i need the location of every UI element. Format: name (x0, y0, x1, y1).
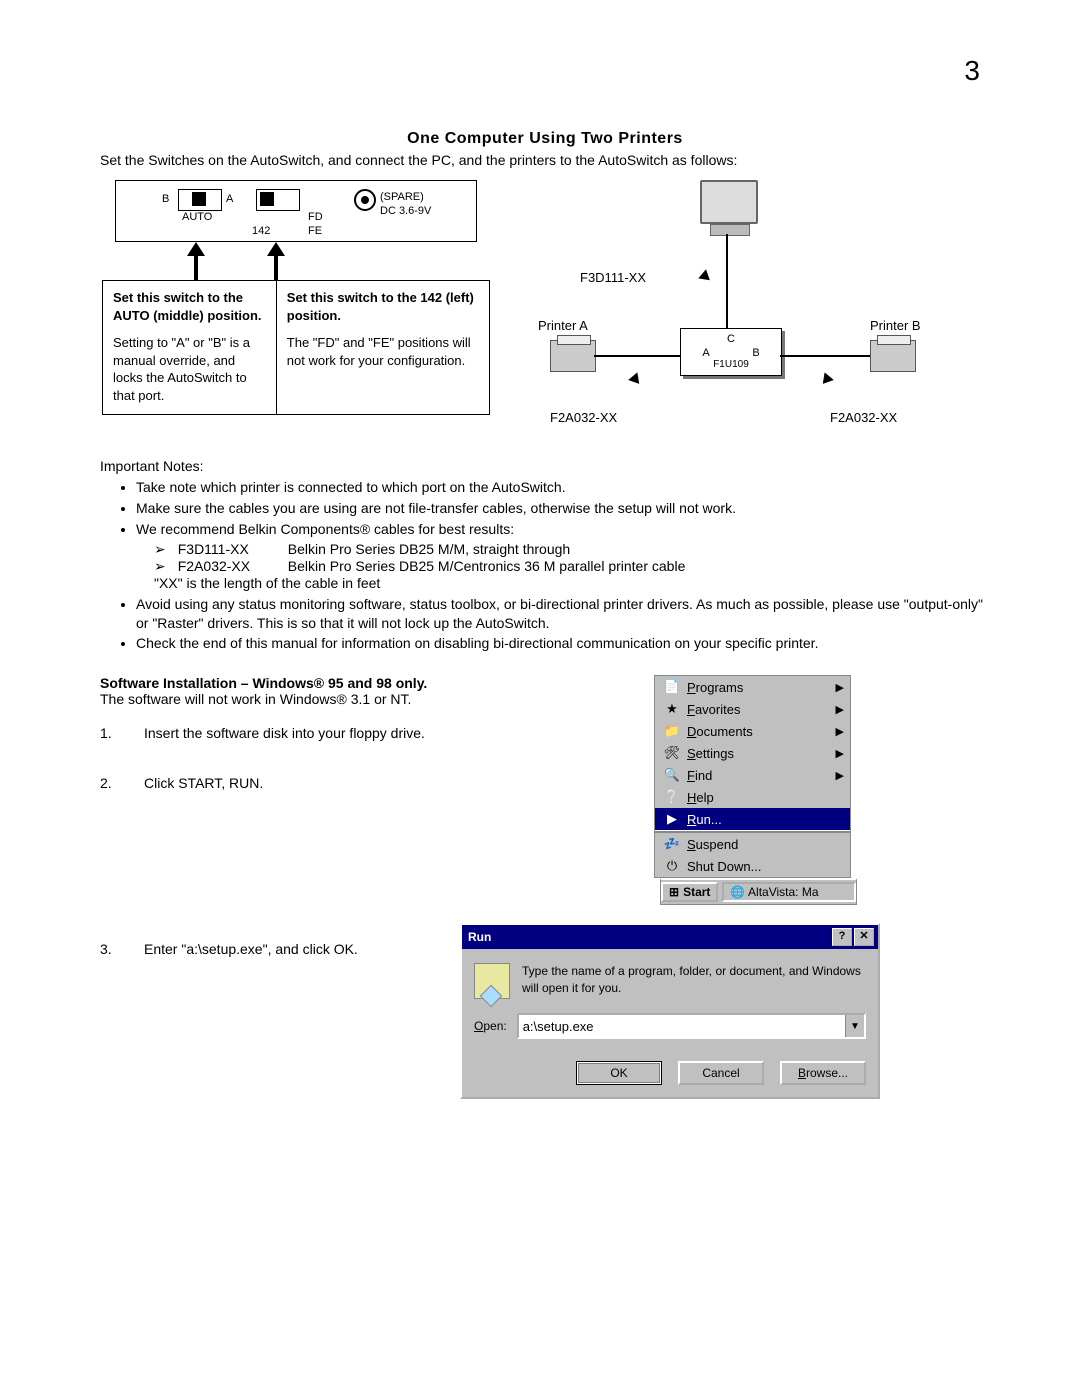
run-dialog: Run ? ✕ Type the name of a program, fold… (460, 923, 880, 1099)
software-heading: Software Installation – Windows® 95 and … (100, 675, 660, 691)
printer-icon (870, 340, 916, 372)
ie-icon: 🌐 (730, 885, 745, 899)
label-142: 142 (252, 225, 270, 237)
menu-item-shutdown[interactable]: ⏻Shut Down... (655, 855, 850, 877)
mode-slider (256, 189, 300, 211)
switch-diagram: B A AUTO FD 142 FE (SPARE) DC 3.6-9V Set… (100, 180, 490, 415)
run-dialog-icon (474, 963, 510, 999)
menu-item-help[interactable]: ❔Help (655, 786, 850, 808)
section-title: One Computer Using Two Printers (100, 130, 990, 148)
menu-item-programs[interactable]: 📄Programs▶ (655, 676, 850, 698)
taskbar: ⊞Start 🌐 AltaVista: Ma (660, 878, 857, 905)
open-input[interactable] (519, 1015, 845, 1037)
label-fe: FE (308, 225, 322, 237)
menu-item-find[interactable]: 🔍Find▶ (655, 764, 850, 786)
autoswitch-hub: C AB F1U109 (680, 328, 782, 376)
close-button[interactable]: ✕ (854, 928, 874, 946)
page-number: 3 (964, 55, 980, 87)
chevron-right-icon: ▶ (836, 747, 844, 760)
documents-icon: 📁 (663, 723, 681, 739)
help-button[interactable]: ? (832, 928, 852, 946)
note-item: Take note which printer is connected to … (136, 478, 990, 497)
open-combobox[interactable]: ▼ (517, 1013, 866, 1039)
settings-icon: 🛠 (663, 745, 681, 761)
cable-rec: ➢F2A032-XXBelkin Pro Series DB25 M/Centr… (154, 558, 990, 575)
cable-rec: ➢F3D111-XXBelkin Pro Series DB25 M/M, st… (154, 541, 990, 558)
note-item: We recommend Belkin Components® cables f… (136, 520, 990, 539)
step-2: 2.Click START, RUN. (100, 775, 660, 791)
suspend-icon: 💤 (663, 836, 681, 852)
menu-item-run[interactable]: ▶Run... (655, 808, 850, 830)
menu-item-documents[interactable]: 📁Documents▶ (655, 720, 850, 742)
chevron-right-icon: ▶ (836, 703, 844, 716)
set-switch-142: Set this switch to the (287, 290, 421, 305)
cancel-button[interactable]: Cancel (678, 1061, 764, 1085)
notes-heading: Important Notes: (100, 458, 990, 474)
start-button[interactable]: ⊞Start (661, 882, 718, 902)
start-menu: 📄Programs▶ ★Favorites▶ 📁Documents▶ 🛠Sett… (654, 675, 851, 878)
printer-a-label: Printer A (538, 318, 588, 333)
label-a: A (226, 193, 233, 205)
printer-icon (550, 340, 596, 372)
step-3: 3.Enter "a:\setup.exe", and click OK. (100, 941, 460, 957)
cable-label-top: F3D111-XX (580, 270, 646, 285)
run-icon: ▶ (663, 811, 681, 827)
chevron-right-icon: ▶ (836, 681, 844, 694)
label-b: B (162, 193, 169, 205)
cable-footer: "XX" is the length of the cable in feet (154, 575, 990, 591)
menu-item-settings[interactable]: 🛠Settings▶ (655, 742, 850, 764)
label-auto: AUTO (182, 211, 212, 223)
switch-note-left: Set this switch to the AUTO (middle) pos… (102, 280, 277, 415)
label-fd: FD (308, 211, 323, 223)
printer-b-label: Printer B (870, 318, 921, 333)
browse-button[interactable]: Browse... (780, 1061, 866, 1085)
dialog-title: Run (468, 930, 491, 944)
arrow-icon (267, 242, 285, 280)
chevron-right-icon: ▶ (836, 769, 844, 782)
intro-text: Set the Switches on the AutoSwitch, and … (100, 152, 990, 168)
arrow-icon (187, 242, 205, 280)
label-dc: DC 3.6-9V (380, 205, 431, 217)
open-label: Open: (474, 1019, 507, 1033)
shutdown-icon: ⏻ (663, 858, 681, 874)
computer-icon (700, 180, 758, 224)
menu-item-favorites[interactable]: ★Favorites▶ (655, 698, 850, 720)
cable-label-bl: F2A032-XX (550, 410, 617, 425)
dialog-message: Type the name of a program, folder, or d… (522, 963, 866, 999)
power-jack-icon (354, 189, 376, 211)
menu-item-suspend[interactable]: 💤Suspend (655, 833, 850, 855)
dropdown-button[interactable]: ▼ (845, 1015, 864, 1037)
label-spare: (SPARE) (380, 191, 424, 203)
programs-icon: 📄 (663, 679, 681, 695)
cable-label-br: F2A032-XX (830, 410, 897, 425)
favorites-icon: ★ (663, 701, 681, 717)
chevron-right-icon: ▶ (836, 725, 844, 738)
switch-note-right: Set this switch to the 142 (left) positi… (277, 280, 490, 415)
note-item: Check the end of this manual for informa… (136, 634, 990, 653)
connection-diagram: F3D111-XX C AB F1U109 Printer A Printer … (530, 180, 970, 440)
note-item: Make sure the cables you are using are n… (136, 499, 990, 518)
note-item: Avoid using any status monitoring softwa… (136, 595, 990, 633)
find-icon: 🔍 (663, 767, 681, 783)
step-1: 1.Insert the software disk into your flo… (100, 725, 660, 741)
ok-button[interactable]: OK (576, 1061, 662, 1085)
windows-logo-icon: ⊞ (669, 885, 679, 899)
software-subtext: The software will not work in Windows® 3… (100, 691, 660, 707)
taskbar-button[interactable]: 🌐 AltaVista: Ma (722, 882, 856, 902)
auto-slider (178, 189, 222, 211)
help-icon: ❔ (663, 789, 681, 805)
